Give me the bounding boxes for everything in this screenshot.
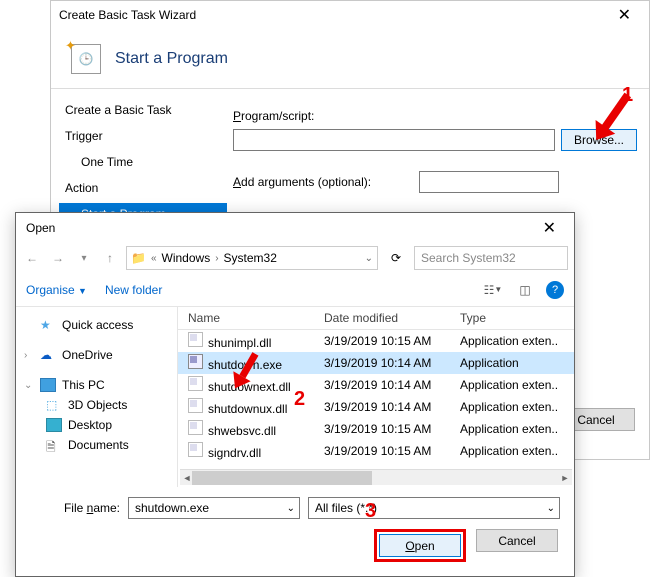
- open-title: Open: [26, 221, 55, 235]
- col-name[interactable]: Name: [188, 311, 324, 325]
- file-icon: [188, 420, 203, 435]
- nav-tree: ★Quick access ›☁OneDrive ⌄This PC ⬚3D Ob…: [16, 307, 178, 487]
- filename-value: shutdown.exe: [135, 501, 209, 515]
- tree-desktop[interactable]: Desktop: [16, 415, 177, 435]
- breadcrumb[interactable]: 📁 « Windows › System32 ⌄: [126, 246, 378, 270]
- file-type: Application exten..: [460, 444, 564, 458]
- chevron-down-icon[interactable]: ⌄: [547, 503, 555, 514]
- preview-pane-icon[interactable]: ◫: [514, 279, 536, 301]
- refresh-icon[interactable]: ⟳: [384, 246, 408, 270]
- breadcrumb-seg-windows[interactable]: Windows: [162, 251, 211, 265]
- file-name: signdrv.dll: [208, 446, 261, 460]
- annotation-highlight-3: OpenOpen: [374, 529, 466, 562]
- table-row[interactable]: signdrv.dll 3/19/2019 10:15 AMApplication…: [178, 440, 574, 462]
- chevron-down-icon[interactable]: ⌄: [287, 503, 295, 514]
- sidebar-item-one-time[interactable]: One Time: [59, 151, 227, 173]
- wizard-title: Create Basic Task Wizard: [59, 8, 196, 22]
- col-date[interactable]: Date modified: [324, 311, 460, 325]
- file-date: 3/19/2019 10:15 AM: [324, 334, 460, 348]
- folder-icon: 📁: [131, 251, 146, 265]
- file-name: shunimpl.dll: [208, 336, 271, 350]
- col-type[interactable]: Type: [460, 311, 564, 325]
- file-icon: [188, 398, 203, 413]
- file-name: shutdownux.dll: [208, 402, 287, 416]
- sidebar-item-trigger[interactable]: Trigger: [59, 125, 227, 147]
- open-footer: File name:File name: shutdown.exe ⌄ All …: [16, 487, 574, 576]
- chevron-right-icon: ›: [215, 253, 218, 264]
- table-row[interactable]: shutdownux.dll 3/19/2019 10:14 AMApplicat…: [178, 396, 574, 418]
- view-options-icon[interactable]: ☷ ▼: [482, 279, 504, 301]
- close-icon[interactable]: ✕: [535, 214, 564, 242]
- file-icon: [188, 442, 203, 457]
- file-date: 3/19/2019 10:15 AM: [324, 444, 460, 458]
- list-header: Name Date modified Type: [178, 307, 574, 330]
- new-folder-button[interactable]: New folder: [105, 283, 162, 297]
- file-date: 3/19/2019 10:15 AM: [324, 422, 460, 436]
- wizard-header-title: Start a Program: [115, 50, 228, 68]
- tree-quick-access[interactable]: ★Quick access: [16, 315, 177, 335]
- file-type: Application exten..: [460, 334, 564, 348]
- filename-input[interactable]: shutdown.exe ⌄: [128, 497, 300, 519]
- chevron-right-icon: «: [151, 253, 157, 264]
- file-type: Application exten..: [460, 378, 564, 392]
- search-placeholder: Search System32: [421, 251, 516, 265]
- organise-menu[interactable]: Organise ▼: [26, 283, 87, 297]
- tree-onedrive[interactable]: ›☁OneDrive: [16, 345, 177, 365]
- filename-label: File name:File name:: [30, 501, 120, 515]
- file-date: 3/19/2019 10:14 AM: [324, 378, 460, 392]
- wizard-header: 🕒 Start a Program: [51, 29, 649, 89]
- close-icon[interactable]: ✕: [608, 5, 641, 25]
- open-button[interactable]: OpenOpen: [379, 534, 461, 557]
- file-type: Application exten..: [460, 422, 564, 436]
- file-icon: [188, 332, 203, 347]
- add-args-input[interactable]: [419, 171, 559, 193]
- program-script-label: PProgram/script:rogram/script:: [233, 109, 383, 123]
- annotation-number-2: 2: [294, 388, 305, 411]
- program-script-input[interactable]: [233, 129, 555, 151]
- nav-row: ← → ▾ ↑ 📁 « Windows › System32 ⌄ ⟳ Searc…: [16, 243, 574, 273]
- search-input[interactable]: Search System32: [414, 246, 568, 270]
- cancel-button[interactable]: Cancel: [476, 529, 558, 552]
- breadcrumb-seg-system32[interactable]: System32: [224, 251, 277, 265]
- annotation-number-1: 1: [622, 84, 633, 107]
- open-titlebar: Open ✕: [16, 213, 574, 243]
- forward-icon[interactable]: →: [48, 247, 68, 269]
- file-icon: [188, 376, 203, 391]
- wizard-icon: 🕒: [71, 44, 101, 74]
- file-type: Application exten..: [460, 400, 564, 414]
- add-args-label: Add arguments (optional):Add arguments (…: [233, 175, 413, 189]
- wizard-titlebar: Create Basic Task Wizard ✕: [51, 1, 649, 29]
- breadcrumb-dropdown-icon[interactable]: ⌄: [365, 253, 373, 264]
- scroll-right-icon[interactable]: ►: [558, 470, 572, 486]
- toolbar: Organise ▼ New folder ☷ ▼ ◫ ?: [16, 273, 574, 307]
- sidebar-item-create-task[interactable]: Create a Basic Task: [59, 99, 227, 121]
- file-date: 3/19/2019 10:14 AM: [324, 356, 460, 370]
- tree-documents[interactable]: 🗎Documents: [16, 435, 177, 455]
- file-icon: [188, 354, 203, 369]
- table-row[interactable]: shwebsvc.dll 3/19/2019 10:15 AMApplicatio…: [178, 418, 574, 440]
- annotation-number-3: 3: [365, 500, 376, 523]
- file-date: 3/19/2019 10:14 AM: [324, 400, 460, 414]
- help-icon[interactable]: ?: [546, 281, 564, 299]
- recent-dropdown-icon[interactable]: ▾: [74, 247, 94, 269]
- back-icon[interactable]: ←: [22, 247, 42, 269]
- tree-3d-objects[interactable]: ⬚3D Objects: [16, 395, 177, 415]
- file-list: Name Date modified Type shunimpl.dll 3/19…: [178, 307, 574, 487]
- chevron-down-icon: ▼: [78, 286, 87, 296]
- table-row[interactable]: shunimpl.dll 3/19/2019 10:15 AMApplicatio…: [178, 330, 574, 352]
- file-name: shwebsvc.dll: [208, 424, 276, 438]
- scrollbar-thumb[interactable]: [192, 471, 372, 485]
- tree-this-pc[interactable]: ⌄This PC: [16, 375, 177, 395]
- file-type: Application: [460, 356, 564, 370]
- horizontal-scrollbar[interactable]: ◄ ►: [180, 469, 572, 485]
- up-icon[interactable]: ↑: [100, 247, 120, 269]
- sidebar-item-action[interactable]: Action: [59, 177, 227, 199]
- file-type-filter[interactable]: All files (*.*) ⌄: [308, 497, 560, 519]
